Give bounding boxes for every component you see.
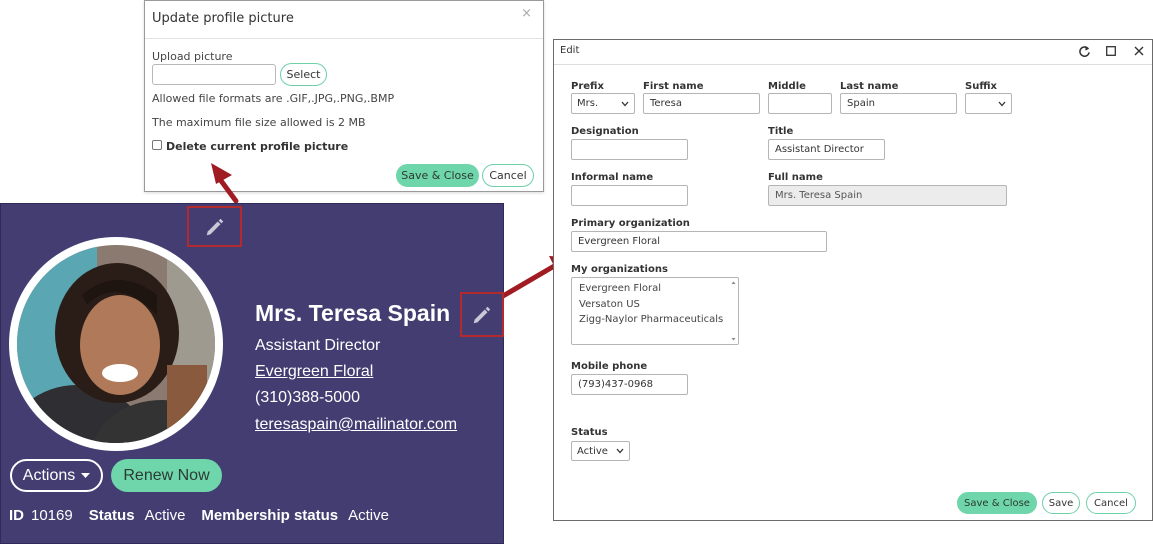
full-name-label: Full name [768,172,823,183]
profile-name: Mrs. Teresa Spain [255,300,451,326]
membership-status-label: Membership status [201,507,339,524]
chevron-down-icon [616,448,624,454]
arrow-to-edit-dialog [500,262,559,299]
profile-title: Assistant Director [255,337,381,354]
avatar [17,245,215,443]
actions-button[interactable]: Actions [10,459,103,492]
maximize-icon[interactable] [1106,46,1116,56]
status-value: Active [144,507,186,524]
profile-organization-link[interactable]: Evergreen Floral [255,363,373,381]
caret-down-icon [81,472,91,478]
middle-name-label: Middle [768,81,806,92]
last-name-label: Last name [840,81,899,92]
list-item[interactable]: Zigg-Naylor Pharmaceuticals [579,312,738,328]
close-icon[interactable] [1134,46,1144,56]
last-name-input[interactable]: Spain [840,93,957,114]
status-select[interactable]: Active [571,441,630,461]
status-label: Status [88,507,135,524]
list-scrollbar[interactable] [730,279,737,343]
save-button[interactable]: Save [1042,492,1080,514]
id-value: 10169 [31,507,73,524]
my-organizations-list[interactable]: Evergreen Floral Versaton US Zigg-Naylor… [571,277,739,345]
mobile-phone-label: Mobile phone [571,361,648,372]
arrow-to-upload-dialog [216,175,239,204]
edit-photo-button[interactable] [187,206,242,247]
save-close-button[interactable]: Save & Close [957,492,1037,514]
edit-dialog-titlebar: Edit [554,40,1152,65]
title-input[interactable]: Assistant Director [768,139,885,160]
my-organizations-label: My organizations [571,264,668,275]
first-name-input[interactable]: Teresa [643,93,760,114]
profile-meta-row: ID 10169 Status Active Membership status… [9,507,389,524]
full-name-input: Mrs. Teresa Spain [768,185,1007,206]
list-item[interactable]: Evergreen Floral [579,281,738,297]
primary-organization-input[interactable]: Evergreen Floral [571,231,827,252]
refresh-icon[interactable] [1078,45,1091,58]
cancel-button[interactable]: Cancel [1086,492,1136,514]
arrow-head-upload [211,163,232,184]
edit-dialog: Edit Prefix Mrs. First name Teresa Middl… [553,39,1153,521]
status-select-value: Active [577,445,608,457]
edit-profile-button[interactable] [460,292,504,337]
designation-label: Designation [571,126,639,137]
first-name-label: First name [643,81,704,92]
list-item[interactable]: Versaton US [579,297,738,313]
prefix-select[interactable]: Mrs. [571,93,635,114]
suffix-label: Suffix [965,81,997,92]
profile-email-link[interactable]: teresaspain@mailinator.com [255,416,457,434]
chevron-down-icon [998,101,1006,106]
membership-status-value: Active [348,507,389,524]
pencil-icon [473,306,491,323]
prefix-label: Prefix [571,81,604,92]
id-label: ID [9,507,24,524]
profile-card: Mrs. Teresa Spain Assistant Director Eve… [0,203,504,544]
renew-now-button[interactable]: Renew Now [111,459,222,492]
renew-now-label: Renew Now [123,466,210,484]
suffix-select[interactable] [965,93,1012,114]
actions-label: Actions [22,466,76,484]
mobile-phone-input[interactable]: (793)437-0968 [571,374,688,395]
informal-name-input[interactable] [571,185,688,206]
edit-dialog-title: Edit [560,45,580,56]
primary-organization-label: Primary organization [571,218,690,229]
status-field-label: Status [571,427,608,438]
chevron-down-icon [621,101,629,106]
designation-input[interactable] [571,139,688,160]
title-label: Title [768,126,794,137]
informal-name-label: Informal name [571,172,654,183]
pencil-icon [206,218,223,235]
profile-phone: (310)388-5000 [255,389,360,406]
prefix-value: Mrs. [577,98,599,109]
middle-name-input[interactable] [768,93,832,114]
